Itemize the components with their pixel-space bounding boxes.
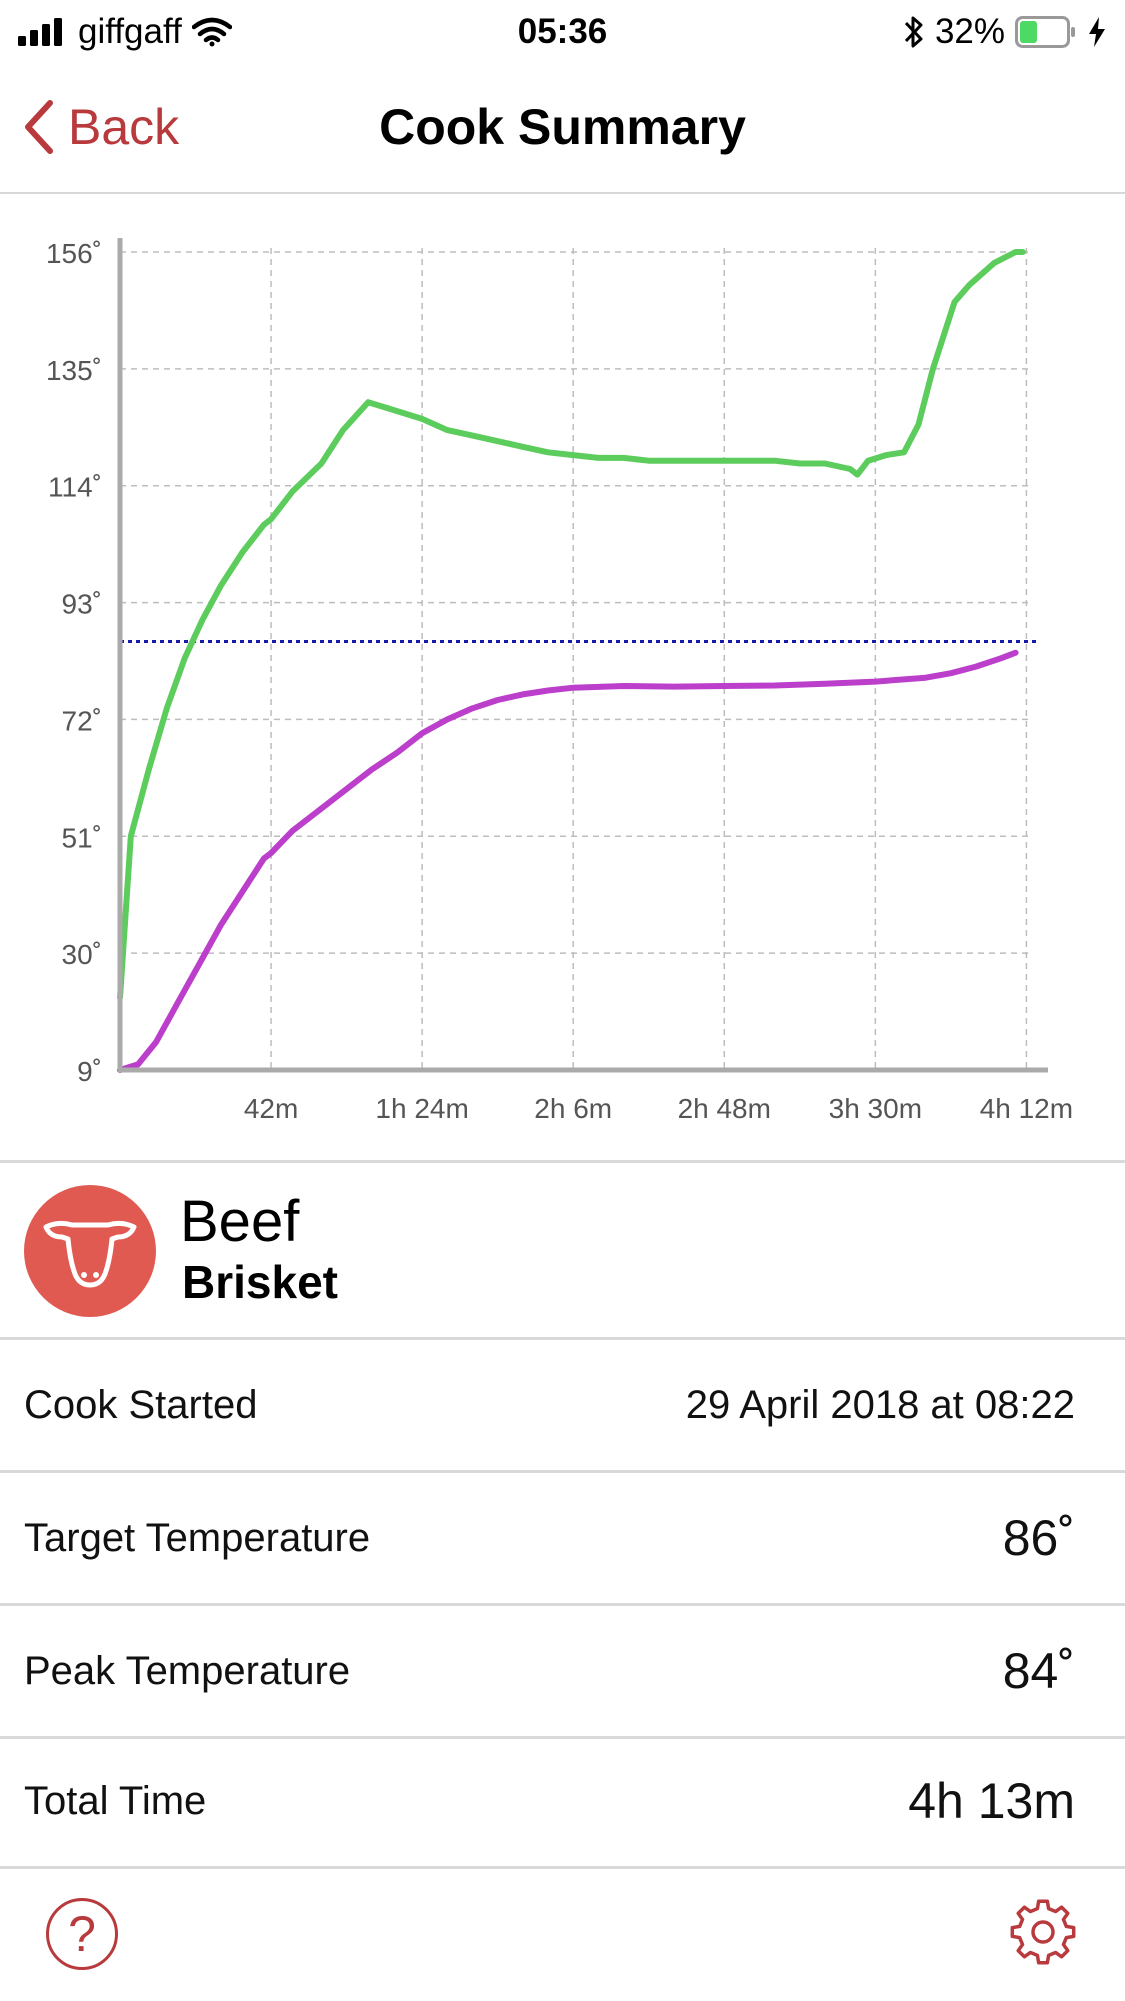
detail-row-cook-started: Cook Started 29 April 2018 at 08:22: [0, 1340, 1125, 1470]
x-tick-label: 4h 12m: [980, 1093, 1073, 1124]
battery-percent: 32%: [934, 12, 1005, 51]
detail-label: Peak Temperature: [24, 1649, 351, 1693]
detail-row-target-temperature: Target Temperature 86˚: [0, 1473, 1125, 1603]
navigation-bar: Back Cook Summary: [0, 64, 1125, 194]
ambient-temperature-line: [117, 249, 1026, 1001]
meat-temperature-line: [117, 649, 1019, 1073]
status-bar: giffgaff 05:36 32%: [0, 0, 1125, 64]
x-tick-label: 2h 48m: [678, 1093, 771, 1124]
detail-value: 86˚: [1002, 1510, 1075, 1566]
y-tick-label: 72˚: [62, 705, 102, 736]
x-tick-label: 42m: [244, 1093, 298, 1124]
y-tick-label: 51˚: [62, 822, 102, 853]
y-tick-label: 135˚: [46, 355, 102, 386]
bottom-toolbar: ?: [0, 1868, 1125, 2001]
charging-bolt-icon: [1089, 17, 1105, 47]
y-tick-label: 156˚: [46, 238, 102, 269]
detail-label: Target Temperature: [24, 1516, 371, 1560]
help-button[interactable]: ?: [46, 1898, 118, 1970]
y-tick-label: 9˚: [77, 1056, 102, 1087]
x-tick-label: 2h 6m: [534, 1093, 612, 1124]
temperature-chart: 9˚ 30˚ 51˚ 72˚ 93˚ 114˚ 135˚ 156˚ 42m 1h 24m 2h 6m…: [0, 194, 1125, 1160]
battery-icon: [1015, 16, 1075, 48]
x-tick-label: 1h 24m: [375, 1093, 468, 1124]
detail-label: Total Time: [24, 1779, 207, 1823]
detail-row-total-time: Total Time 4h 13m: [0, 1736, 1125, 1866]
detail-value: 29 April 2018 at 08:22: [685, 1383, 1075, 1427]
detail-row-peak-temperature: Peak Temperature 84˚: [0, 1606, 1125, 1736]
temperature-chart-svg: 9˚ 30˚ 51˚ 72˚ 93˚ 114˚ 135˚ 156˚ 42m 1h 24m 2h 6m…: [46, 238, 1073, 1124]
x-tick-label: 3h 30m: [829, 1093, 922, 1124]
help-circle-icon: ?: [68, 1906, 96, 1962]
y-tick-label: 30˚: [62, 939, 102, 970]
cow-head-icon: [24, 1185, 156, 1317]
page-title: Cook Summary: [379, 99, 746, 155]
gear-icon[interactable]: [1007, 1896, 1079, 1968]
y-tick-label: 93˚: [62, 589, 102, 620]
status-right: 32%: [903, 8, 1107, 56]
y-tick-label: 114˚: [48, 472, 102, 503]
food-cut: Brisket: [182, 1256, 338, 1308]
detail-value: 84˚: [1002, 1643, 1075, 1699]
bluetooth-icon: [904, 16, 923, 48]
detail-label: Cook Started: [24, 1383, 258, 1427]
food-name: Beef: [180, 1189, 300, 1254]
food-summary: Beef Brisket: [0, 1163, 1125, 1337]
detail-value: 4h 13m: [908, 1773, 1075, 1829]
